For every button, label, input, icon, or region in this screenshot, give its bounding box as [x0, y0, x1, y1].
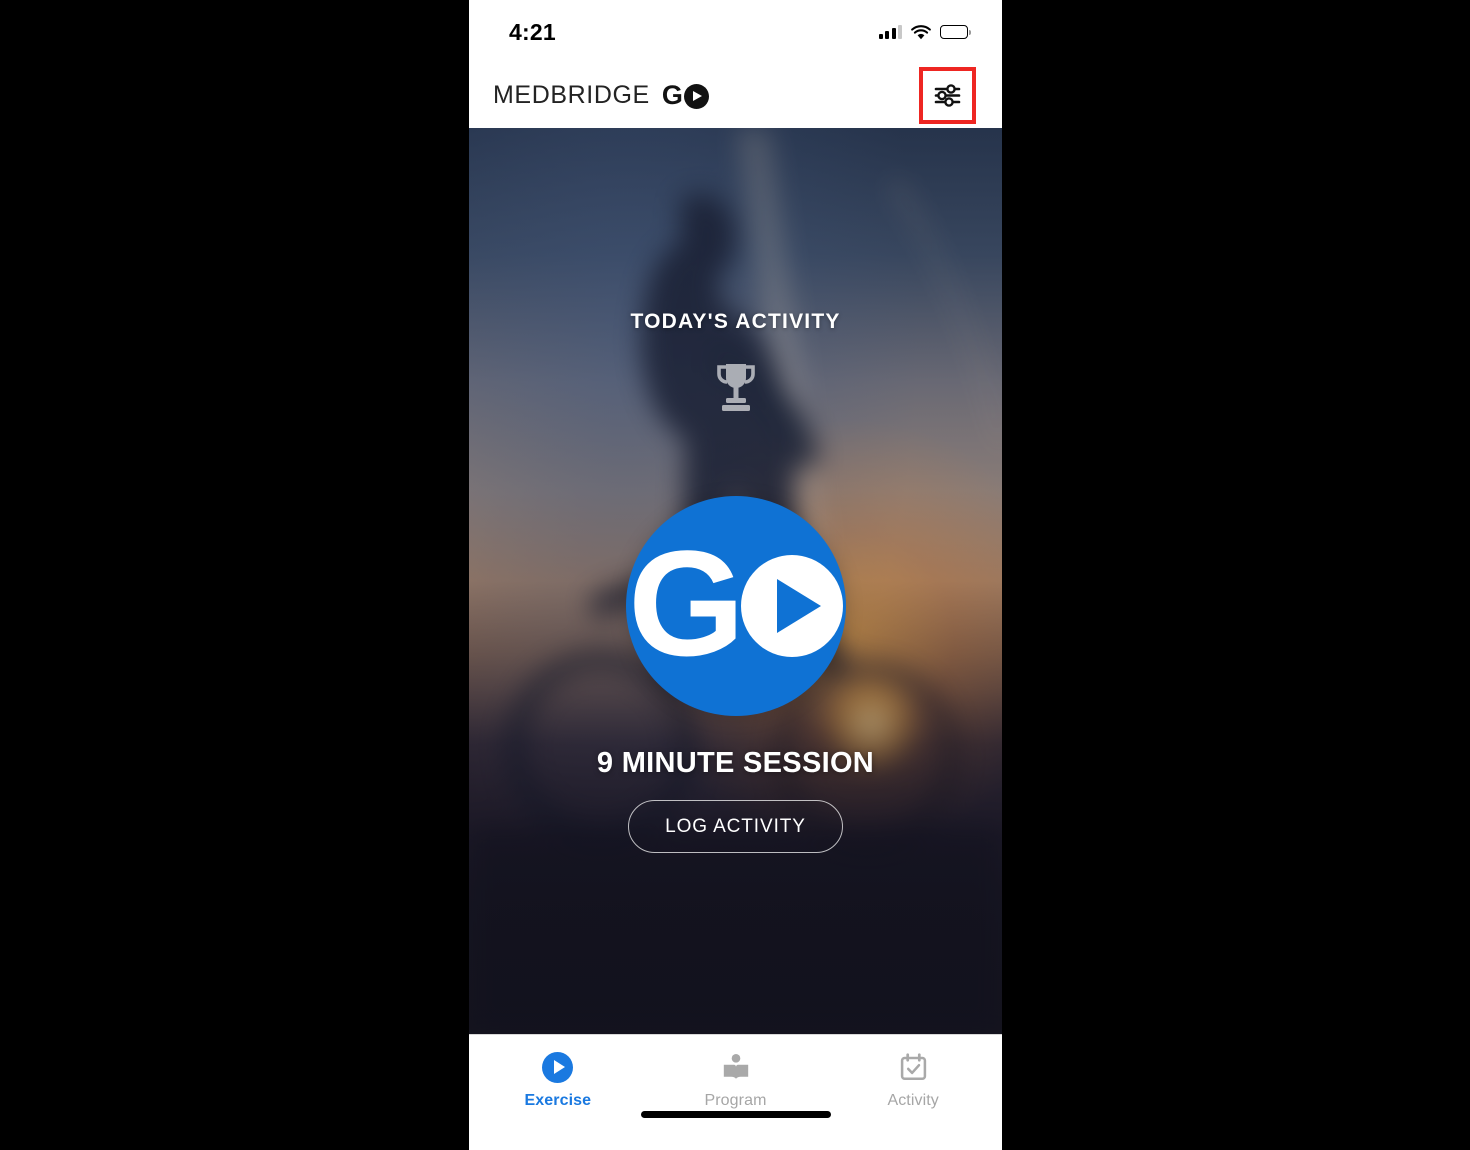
- go-button[interactable]: G: [625, 496, 846, 716]
- tab-exercise[interactable]: Exercise: [469, 1051, 647, 1110]
- log-activity-button[interactable]: LOG ACTIVITY: [628, 800, 843, 853]
- home-indicator[interactable]: [640, 1111, 831, 1118]
- logo-letter-g: G: [661, 79, 683, 110]
- session-title: 9 MINUTE SESSION: [596, 747, 875, 779]
- play-circle-icon: [683, 83, 709, 109]
- tab-activity[interactable]: Activity: [824, 1051, 1002, 1110]
- bottom-tab-bar: Exercise Program Activity: [469, 1034, 1002, 1134]
- battery-icon: [940, 25, 971, 39]
- screenshot-canvas: 4:21 MEDBRIDGE G TODAY'S ACTIVITY G 9 MI…: [0, 0, 1470, 1150]
- logo-wordmark: MEDBRIDGE: [493, 80, 650, 109]
- trophy-icon: [716, 364, 755, 411]
- play-icon: [740, 555, 843, 657]
- go-letter-g: G: [628, 518, 745, 687]
- calendar-check-icon: [899, 1051, 928, 1083]
- wifi-icon: [911, 24, 931, 40]
- tab-label-exercise: Exercise: [524, 1092, 592, 1109]
- status-time: 4:21: [509, 18, 556, 45]
- todays-activity-label: TODAY'S ACTIVITY: [630, 310, 841, 333]
- book-person-icon: [721, 1051, 751, 1083]
- cellular-signal-icon: [878, 25, 902, 39]
- tab-label-program: Program: [704, 1092, 767, 1109]
- status-indicators: [878, 24, 971, 40]
- tab-program[interactable]: Program: [647, 1051, 825, 1110]
- phone-viewport: 4:21 MEDBRIDGE G TODAY'S ACTIVITY G 9 MI…: [469, 0, 1002, 1150]
- hero-section: TODAY'S ACTIVITY G 9 MINUTE SESSION LOG …: [469, 128, 1002, 1034]
- app-header: MEDBRIDGE G: [469, 62, 1002, 128]
- sliders-icon: [934, 82, 961, 109]
- status-bar: 4:21: [469, 0, 1002, 62]
- medbridge-go-logo: MEDBRIDGE G: [493, 80, 709, 111]
- settings-button[interactable]: [919, 66, 976, 124]
- tab-label-activity: Activity: [887, 1092, 939, 1109]
- play-circle-icon: [542, 1051, 574, 1083]
- hero-content: TODAY'S ACTIVITY G 9 MINUTE SESSION LOG …: [469, 128, 1002, 1034]
